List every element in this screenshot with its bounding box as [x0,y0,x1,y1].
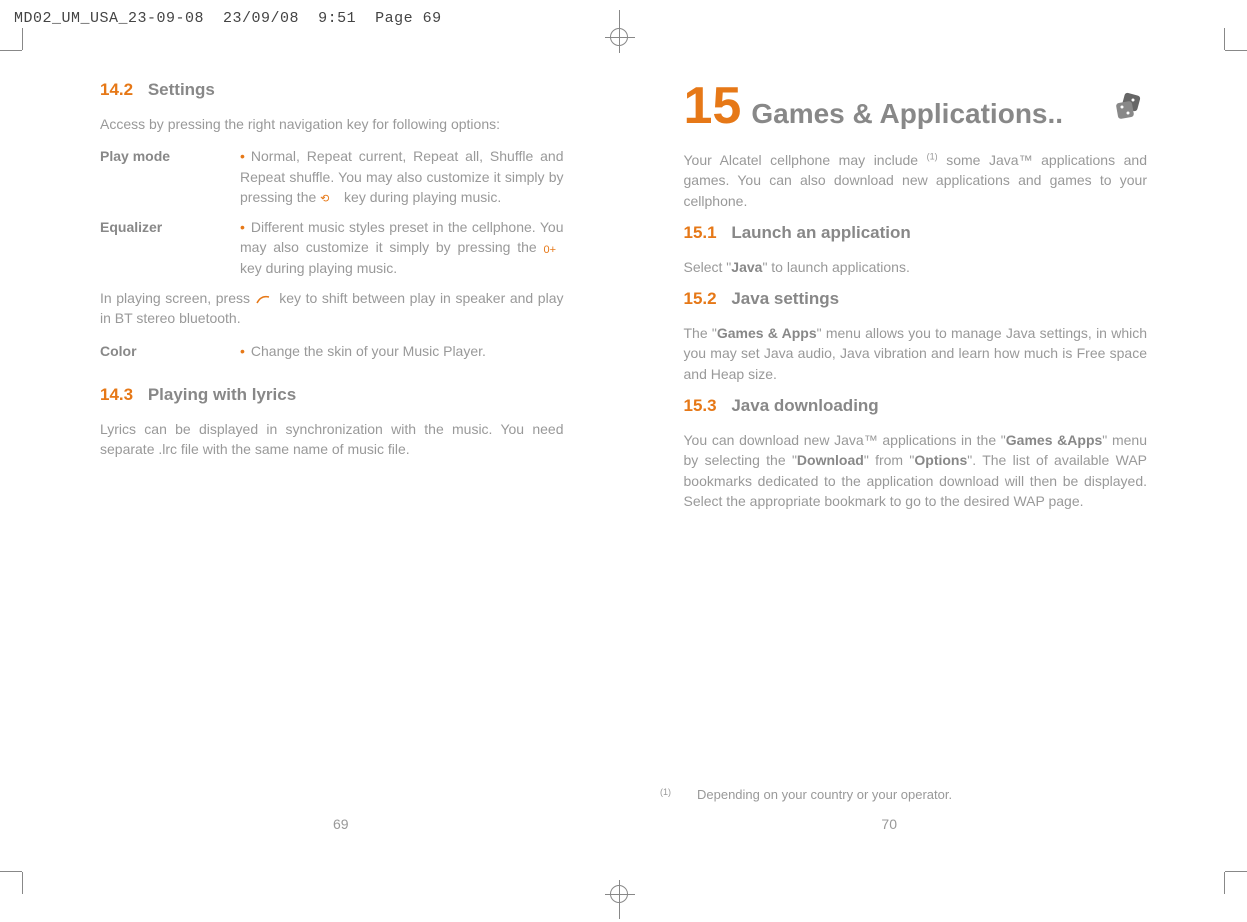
zero-key-icon: 0+ [544,243,564,255]
section-title: Java settings [731,289,839,308]
left-page-number: 69 [333,816,349,832]
section-15-1-head: 15.1 Launch an application [684,223,1148,243]
t151bold: Java [731,259,762,275]
crop-mark-top-icon [605,20,635,50]
color-desc: • Change the skin of your Music Player. [240,341,564,361]
call-key-icon [255,293,275,305]
equalizer-desc-a: Different music styles preset in the cel… [240,219,564,255]
header-filename: MD02_UM_USA_23-09-08 [14,10,204,27]
section-14-3-head: 14.3 Playing with lyrics [100,385,564,405]
chapter-intro: Your Alcatel cellphone may include (1) s… [684,150,1148,211]
footnote-marker: (1) [660,787,671,802]
section-num: 15.2 [684,289,717,308]
chapter-num: 15 [684,80,742,132]
hash-key-icon: ⟲ [320,192,340,204]
footnote: (1) Depending on your country or your op… [660,787,952,802]
color-row: Color • Change the skin of your Music Pla… [100,341,564,361]
t153b1: Games &Apps [1006,432,1103,448]
section-num: 15.1 [684,223,717,242]
playing-note-a: In playing screen, press [100,290,255,306]
lyrics-text: Lyrics can be displayed in synchronizati… [100,419,564,460]
print-header: MD02_UM_USA_23-09-08 23/09/08 9:51 Page … [14,10,442,27]
playmode-desc-b: key during playing music. [340,189,501,205]
section-title: Settings [148,80,215,99]
equalizer-term: Equalizer [100,217,240,278]
equalizer-desc-b: key during playing music. [240,260,397,276]
section-title: Launch an application [731,223,910,242]
section-15-2-head: 15.2 Java settings [684,289,1148,309]
section-title: Java downloading [731,396,878,415]
bullet-icon: • [240,219,245,235]
playing-note: In playing screen, press key to shift be… [100,288,564,329]
section-14-2-head: 14.2 Settings [100,80,564,100]
intro-a: Your Alcatel cellphone may include [684,152,927,168]
right-page-number: 70 [881,816,897,832]
t153b2: Download [797,452,864,468]
chapter-title: Games & Applications.. [751,98,1063,130]
left-page: 14.2 Settings Access by pressing the rig… [0,80,624,523]
chapter-15-head: 15 Games & Applications.. [684,80,1148,132]
section-num: 14.3 [100,385,133,404]
bullet-icon: • [240,343,245,359]
crop-mark-bottom-icon [605,882,635,917]
color-term: Color [100,341,240,361]
page-spread: 14.2 Settings Access by pressing the rig… [0,80,1247,523]
t152b1: Games & Apps [717,325,817,341]
text-15-2: The "Games & Apps" menu allows you to ma… [684,323,1148,384]
bullet-icon: • [240,148,245,164]
color-desc-text: Change the skin of your Music Player. [251,343,486,359]
section-title: Playing with lyrics [148,385,296,404]
header-time: 9:51 [318,10,356,27]
equalizer-row: Equalizer •Different music styles preset… [100,217,564,278]
intro-sup: (1) [927,151,938,161]
t153b3: Options [914,452,967,468]
section-15-3-head: 15.3 Java downloading [684,396,1148,416]
header-date: 23/09/08 [223,10,299,27]
playmode-desc: •Normal, Repeat current, Repeat all, Shu… [240,146,564,207]
playmode-term: Play mode [100,146,240,207]
t152a: The " [684,325,717,341]
text-15-3: You can download new Java™ applications … [684,430,1148,511]
section-num: 15.3 [684,396,717,415]
t153c: " from " [864,452,915,468]
playmode-row: Play mode •Normal, Repeat current, Repea… [100,146,564,207]
header-page: Page 69 [375,10,442,27]
t151a: Select " [684,259,732,275]
section-num: 14.2 [100,80,133,99]
intro-14-2: Access by pressing the right navigation … [100,114,564,134]
t153a: You can download new Java™ applications … [684,432,1006,448]
dice-icon [1111,88,1147,124]
t151b: " to launch applications. [762,259,909,275]
text-15-1: Select "Java" to launch applications. [684,257,1148,277]
footnote-text: Depending on your country or your operat… [697,787,952,802]
right-page: 15 Games & Applications.. Your Alcatel c… [624,80,1247,523]
equalizer-desc: •Different music styles preset in the ce… [240,217,564,278]
